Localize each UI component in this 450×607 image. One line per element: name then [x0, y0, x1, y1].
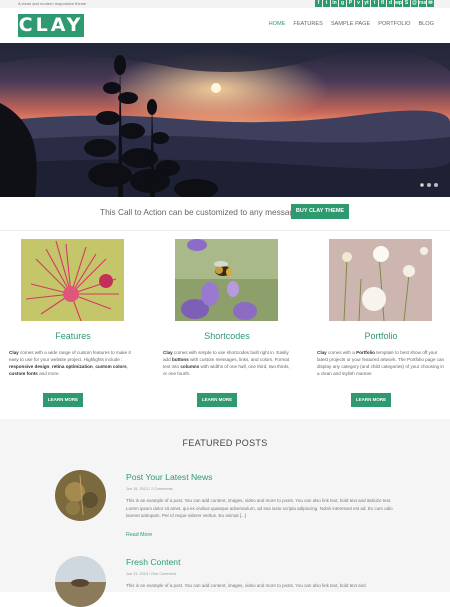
nav-portfolio[interactable]: PORTFOLIO	[378, 21, 410, 27]
pinterest-icon[interactable]: P	[347, 0, 354, 7]
learn-more-button-features[interactable]: LEARN MORE	[43, 393, 83, 407]
bold-text: custom fonts	[9, 371, 38, 376]
email-at-icon[interactable]: @	[411, 0, 418, 7]
nav-home[interactable]: HOME	[269, 21, 286, 27]
bold-text: buttons	[171, 357, 189, 362]
mail-icon[interactable]: ✉	[427, 0, 434, 7]
feature-image-bee[interactable]	[175, 239, 278, 321]
google-plus-icon[interactable]: g	[339, 0, 346, 7]
wordpress-icon[interactable]: wp	[395, 0, 402, 7]
bold-text: Clay	[317, 350, 327, 355]
post-title-1[interactable]: Post Your Latest News	[126, 472, 212, 482]
facebook-icon[interactable]: f	[315, 0, 322, 7]
read-more-link[interactable]: Read More	[126, 532, 152, 538]
featured-posts-heading: FEATURED POSTS	[182, 438, 268, 448]
post-excerpt-1: This is an example of a post. You can ad…	[126, 498, 393, 518]
slider-dot-3[interactable]	[434, 183, 438, 187]
bold-text: Clay	[9, 350, 19, 355]
nav-blog[interactable]: BLOG	[418, 21, 434, 27]
learn-more-button-shortcodes[interactable]: LEARN MORE	[197, 393, 237, 407]
site-logo[interactable]: CLAY	[18, 14, 84, 37]
slider-dot-2[interactable]	[427, 183, 431, 187]
bee-on-lavender-image	[175, 239, 278, 321]
feature-column-shortcodes: Shortcodes Clay comes with simple to use…	[163, 239, 291, 407]
feature-description-features: Clay comes with a wide range of custom f…	[9, 349, 137, 377]
youtube-icon[interactable]: yt	[363, 0, 370, 7]
flickr-icon[interactable]: fl	[379, 0, 386, 7]
bold-text: Clay	[163, 350, 173, 355]
dry-plant-image	[55, 470, 106, 521]
text-segment: ,	[126, 364, 128, 369]
feature-column-portfolio: Portfolio Clay comes with a Portfolio te…	[317, 239, 445, 407]
text-segment: and more.	[37, 371, 60, 376]
slider-dot-1[interactable]	[420, 183, 424, 187]
main-nav: HOME FEATURES SAMPLE PAGE PORTFOLIO BLOG	[269, 21, 434, 27]
slider-pagination	[420, 183, 438, 187]
nav-sample-page[interactable]: SAMPLE PAGE	[331, 21, 370, 27]
bold-text: Portfolio	[356, 350, 375, 355]
twitter-icon[interactable]: t	[323, 0, 330, 7]
nav-features[interactable]: FEATURES	[293, 21, 322, 27]
feature-description-portfolio: Clay comes with a Portfolio template to …	[317, 349, 445, 377]
post-thumbnail-1[interactable]	[55, 470, 106, 521]
skype-icon[interactable]: S	[403, 0, 410, 7]
feature-title-shortcodes: Shortcodes	[204, 331, 250, 341]
landscape-animal-image	[55, 556, 106, 607]
bold-text: columns	[180, 364, 200, 369]
cta-message: This Call to Action can be customized to…	[100, 207, 302, 217]
bold-text: retina optimization	[51, 364, 93, 369]
white-flowers-image	[329, 239, 432, 321]
hero-slider-image[interactable]	[0, 43, 450, 197]
post-meta-2: Jun 13, 2013 / One Comment	[126, 572, 176, 576]
pink-flower-image	[21, 239, 124, 321]
post-excerpt-2: This is an example of a post. You can ad…	[126, 583, 366, 588]
site-tagline: A clean and modern responsive theme	[18, 1, 87, 6]
post-thumbnail-2[interactable]	[55, 556, 106, 607]
sunset-landscape-image	[0, 43, 450, 197]
feature-description-shortcodes: Clay comes with simple to use shortcodes…	[163, 349, 291, 377]
feature-title-features: Features	[55, 331, 91, 341]
vimeo-icon[interactable]: v	[355, 0, 362, 7]
feature-column-features: Features Clay comes with a wide range of…	[9, 239, 137, 407]
post-meta-1: Jun 15, 2013 / 2 Comments	[126, 487, 173, 491]
section-divider	[0, 230, 450, 231]
learn-more-button-portfolio[interactable]: LEARN MORE	[351, 393, 391, 407]
feature-image-pink-flower[interactable]	[21, 239, 124, 321]
post-title-2[interactable]: Fresh Content	[126, 557, 180, 567]
feature-image-white-flowers[interactable]	[329, 239, 432, 321]
text-segment: comes with a	[326, 350, 357, 355]
feature-title-portfolio: Portfolio	[364, 331, 398, 341]
tumblr-icon[interactable]: t	[371, 0, 378, 7]
text-segment: comes with a wide range of custom featur…	[9, 350, 131, 362]
linkedin-icon[interactable]: in	[331, 0, 338, 7]
bold-text: responsive design	[9, 364, 50, 369]
dribbble-icon[interactable]: d	[387, 0, 394, 7]
buy-theme-button[interactable]: BUY CLAY THEME	[291, 204, 349, 219]
rss-icon[interactable]: rss	[419, 0, 427, 7]
bold-text: custom colors	[95, 364, 127, 369]
social-icons: f t in g P v yt t fl d wp S @ rss ✉	[315, 0, 434, 7]
